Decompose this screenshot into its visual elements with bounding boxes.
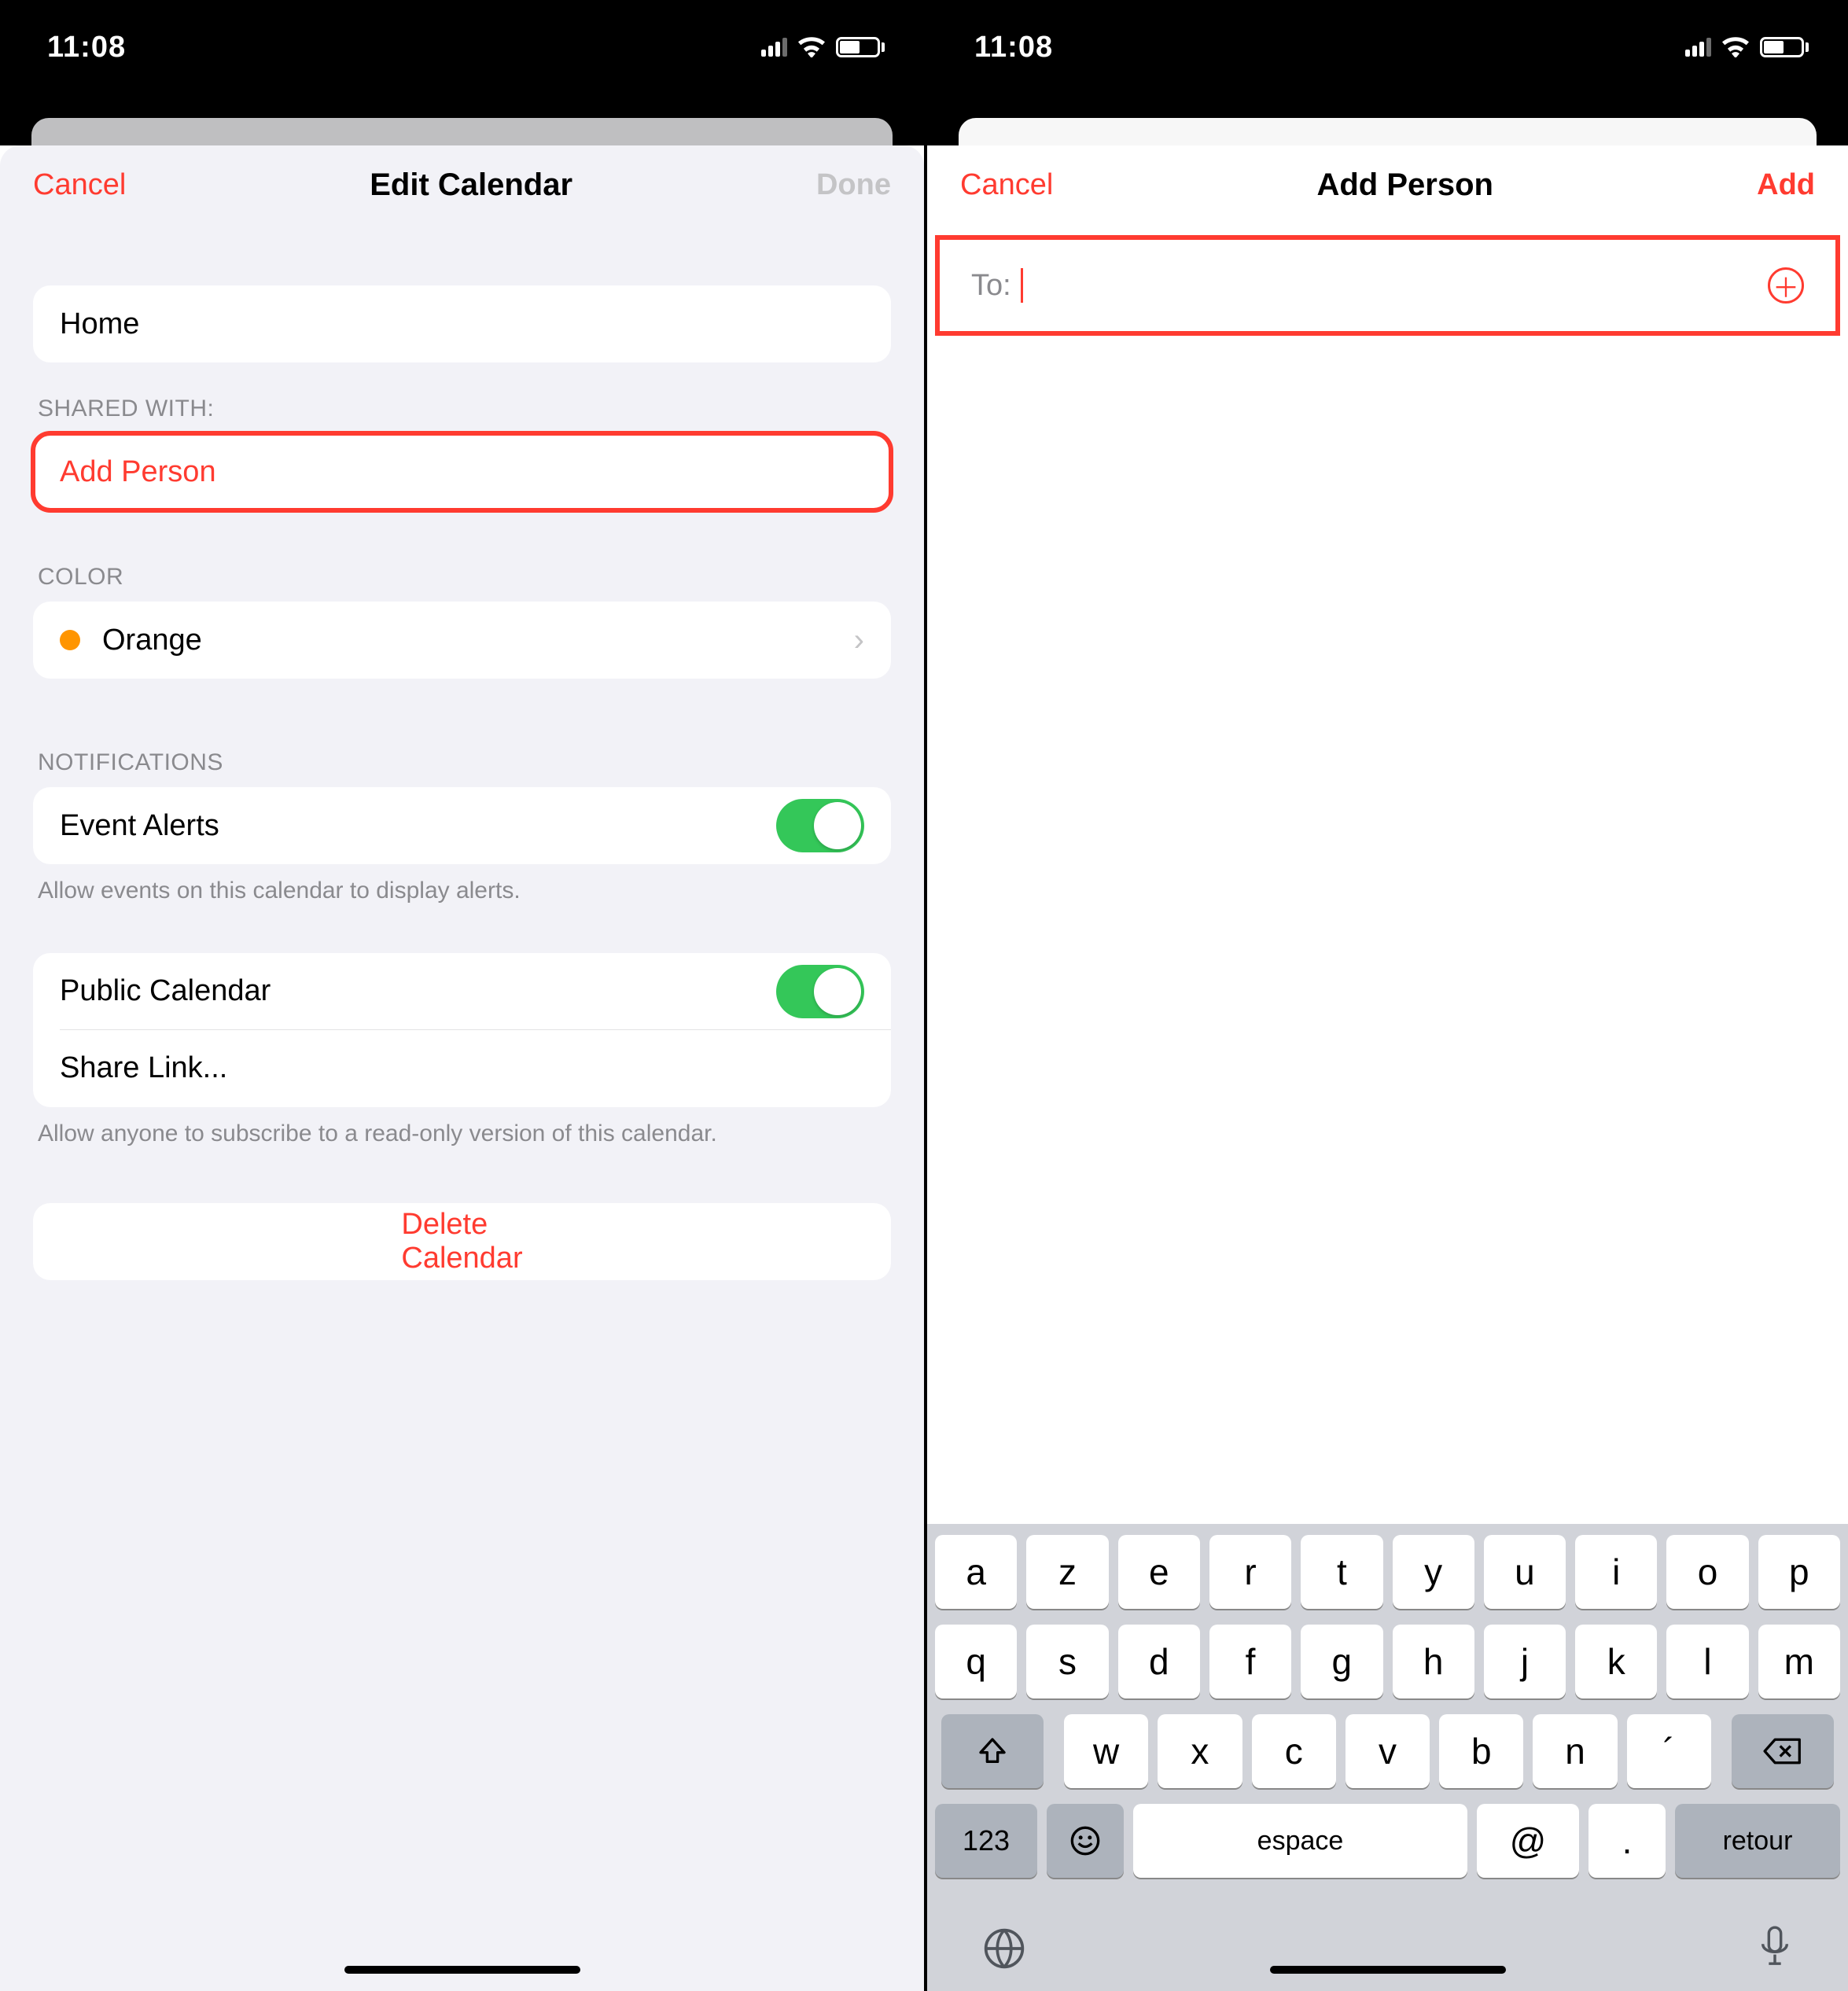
chevron-right-icon: › xyxy=(854,623,864,658)
cancel-button[interactable]: Cancel xyxy=(960,168,1053,202)
public-calendar-row: Public Calendar xyxy=(33,953,891,1030)
key-e[interactable]: e xyxy=(1118,1535,1200,1609)
key-o[interactable]: o xyxy=(1666,1535,1748,1609)
page-title: Add Person xyxy=(1316,167,1493,203)
share-link-row[interactable]: Share Link... xyxy=(33,1030,891,1107)
public-calendar-label: Public Calendar xyxy=(60,974,776,1008)
to-field[interactable]: To: ＋ xyxy=(940,243,1835,328)
cellular-icon xyxy=(761,38,787,57)
key-v[interactable]: v xyxy=(1346,1714,1430,1788)
to-label: To: xyxy=(971,269,1011,303)
event-alerts-toggle[interactable] xyxy=(776,799,864,852)
add-contact-button[interactable]: ＋ xyxy=(1768,267,1804,304)
share-link-label: Share Link... xyxy=(60,1051,864,1085)
home-indicator[interactable] xyxy=(344,1966,580,1974)
event-alerts-footer: Allow events on this calendar to display… xyxy=(33,864,891,907)
color-row[interactable]: Orange › xyxy=(33,602,891,679)
key-t[interactable]: t xyxy=(1301,1535,1382,1609)
key-k[interactable]: k xyxy=(1575,1625,1657,1698)
calendar-name-field[interactable]: Home xyxy=(33,285,891,363)
numbers-key[interactable]: 123 xyxy=(935,1804,1037,1878)
shift-key[interactable] xyxy=(941,1714,1044,1788)
page-title: Edit Calendar xyxy=(370,167,572,203)
status-time: 11:08 xyxy=(974,31,1053,64)
cellular-icon xyxy=(1685,38,1711,57)
navbar: Cancel Add Person Add xyxy=(927,145,1848,224)
calendar-name-value: Home xyxy=(60,307,864,341)
text-cursor xyxy=(1021,268,1023,303)
at-key[interactable]: @ xyxy=(1477,1804,1579,1878)
key-u[interactable]: u xyxy=(1484,1535,1566,1609)
dictation-key[interactable] xyxy=(1757,1925,1793,1972)
key-f[interactable]: f xyxy=(1209,1625,1291,1698)
keyboard: azertyuiop qsdfghjklm wxcvbn´ 123 espace… xyxy=(927,1524,1848,1991)
public-calendar-toggle[interactable] xyxy=(776,965,864,1018)
key-p[interactable]: p xyxy=(1758,1535,1840,1609)
event-alerts-row: Event Alerts xyxy=(33,787,891,864)
battery-icon xyxy=(1760,37,1809,57)
navbar: Cancel Edit Calendar Done xyxy=(0,145,924,224)
emoji-key[interactable] xyxy=(1047,1804,1124,1878)
color-header: COLOR xyxy=(33,510,891,602)
shared-with-header: SHARED WITH: xyxy=(33,363,891,433)
key-g[interactable]: g xyxy=(1301,1625,1382,1698)
key-d[interactable]: d xyxy=(1118,1625,1200,1698)
return-key[interactable]: retour xyxy=(1675,1804,1840,1878)
add-button[interactable]: Add xyxy=(1757,168,1815,202)
add-person-label: Add Person xyxy=(60,455,864,489)
key-y[interactable]: y xyxy=(1393,1535,1474,1609)
event-alerts-label: Event Alerts xyxy=(60,809,776,843)
background-sheet-peek xyxy=(0,94,924,145)
globe-key[interactable] xyxy=(982,1927,1026,1971)
status-bar: 11:08 xyxy=(0,0,924,94)
dot-key[interactable]: . xyxy=(1588,1804,1666,1878)
key-x[interactable]: x xyxy=(1158,1714,1242,1788)
add-person-button[interactable]: Add Person xyxy=(33,433,891,510)
key-i[interactable]: i xyxy=(1575,1535,1657,1609)
key-a[interactable]: a xyxy=(935,1535,1017,1609)
wifi-icon xyxy=(1722,37,1749,57)
key-m[interactable]: m xyxy=(1758,1625,1840,1698)
key-b[interactable]: b xyxy=(1439,1714,1523,1788)
key-w[interactable]: w xyxy=(1064,1714,1148,1788)
cancel-button[interactable]: Cancel xyxy=(33,168,126,202)
battery-icon xyxy=(836,37,885,57)
status-bar: 11:08 xyxy=(927,0,1848,94)
key-r[interactable]: r xyxy=(1209,1535,1291,1609)
delete-key[interactable] xyxy=(1732,1714,1834,1788)
key-q[interactable]: q xyxy=(935,1625,1017,1698)
color-swatch-icon xyxy=(60,630,80,650)
key-n[interactable]: n xyxy=(1533,1714,1617,1788)
to-field-highlight: To: ＋ xyxy=(935,235,1840,336)
wifi-icon xyxy=(798,37,825,57)
key-´[interactable]: ´ xyxy=(1627,1714,1711,1788)
key-z[interactable]: z xyxy=(1026,1535,1108,1609)
home-indicator[interactable] xyxy=(1270,1966,1506,1974)
edit-calendar-sheet: Cancel Edit Calendar Done Home SHARED WI… xyxy=(0,145,924,1991)
notifications-header: NOTIFICATIONS xyxy=(33,679,891,787)
delete-calendar-button[interactable]: Delete Calendar xyxy=(33,1203,891,1280)
public-calendar-footer: Allow anyone to subscribe to a read-only… xyxy=(33,1107,891,1150)
delete-calendar-label: Delete Calendar xyxy=(401,1208,522,1275)
add-person-sheet: Cancel Add Person Add To: ＋ azertyuiop q… xyxy=(927,145,1848,1991)
color-name: Orange xyxy=(102,624,854,657)
status-time: 11:08 xyxy=(47,31,126,64)
done-button: Done xyxy=(816,168,891,202)
key-s[interactable]: s xyxy=(1026,1625,1108,1698)
space-key[interactable]: espace xyxy=(1133,1804,1467,1878)
key-j[interactable]: j xyxy=(1484,1625,1566,1698)
key-l[interactable]: l xyxy=(1666,1625,1748,1698)
plus-circle-icon: ＋ xyxy=(1768,267,1804,304)
background-sheet-peek xyxy=(927,94,1848,145)
key-h[interactable]: h xyxy=(1393,1625,1474,1698)
key-c[interactable]: c xyxy=(1252,1714,1336,1788)
